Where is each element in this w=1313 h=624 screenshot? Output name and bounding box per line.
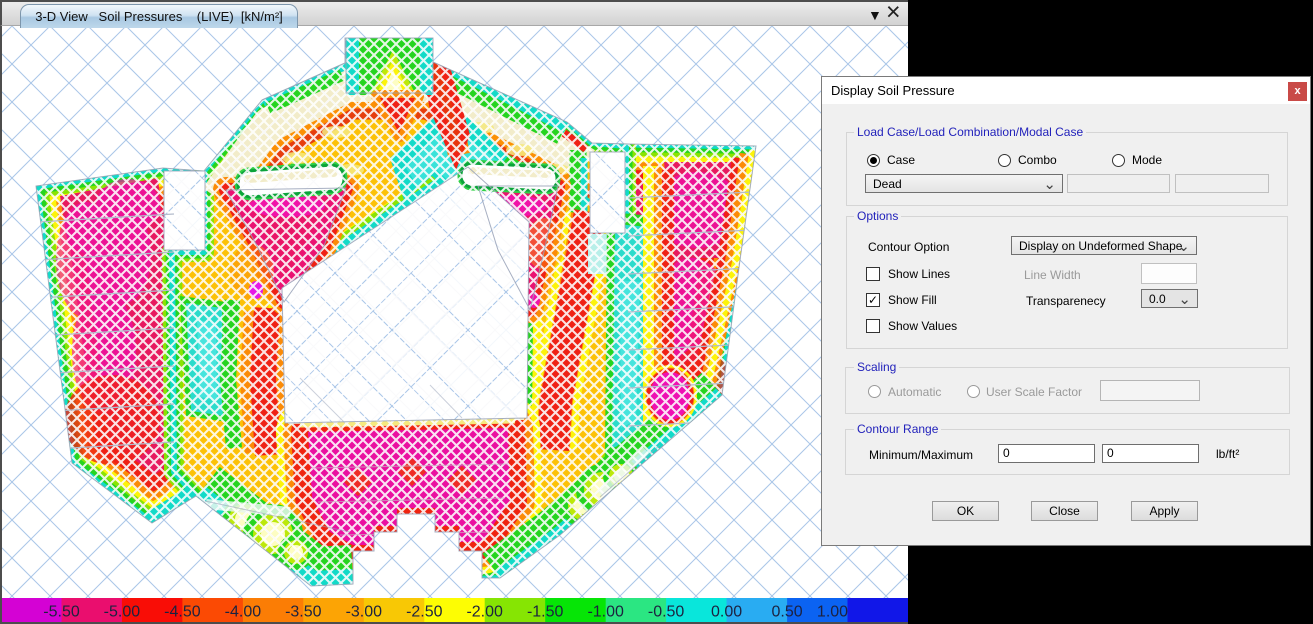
svg-text:-3.00: -3.00 [346, 604, 383, 621]
svg-text:-5.50: -5.50 [43, 604, 80, 621]
svg-text:-2.00: -2.00 [466, 604, 503, 621]
svg-text:-0.50: -0.50 [648, 604, 685, 621]
svg-text:0.50: 0.50 [772, 604, 803, 621]
svg-text:-1.00: -1.00 [587, 604, 624, 621]
svg-text:-5.00: -5.00 [104, 604, 141, 621]
svg-text:-4.50: -4.50 [164, 604, 201, 621]
svg-text:-3.50: -3.50 [285, 604, 322, 621]
svg-text:-2.50: -2.50 [406, 604, 443, 621]
svg-text:-4.00: -4.00 [225, 604, 262, 621]
svg-text:1.00: 1.00 [817, 604, 848, 621]
svg-text:-1.50: -1.50 [527, 604, 564, 621]
svg-text:0.00: 0.00 [711, 604, 742, 621]
